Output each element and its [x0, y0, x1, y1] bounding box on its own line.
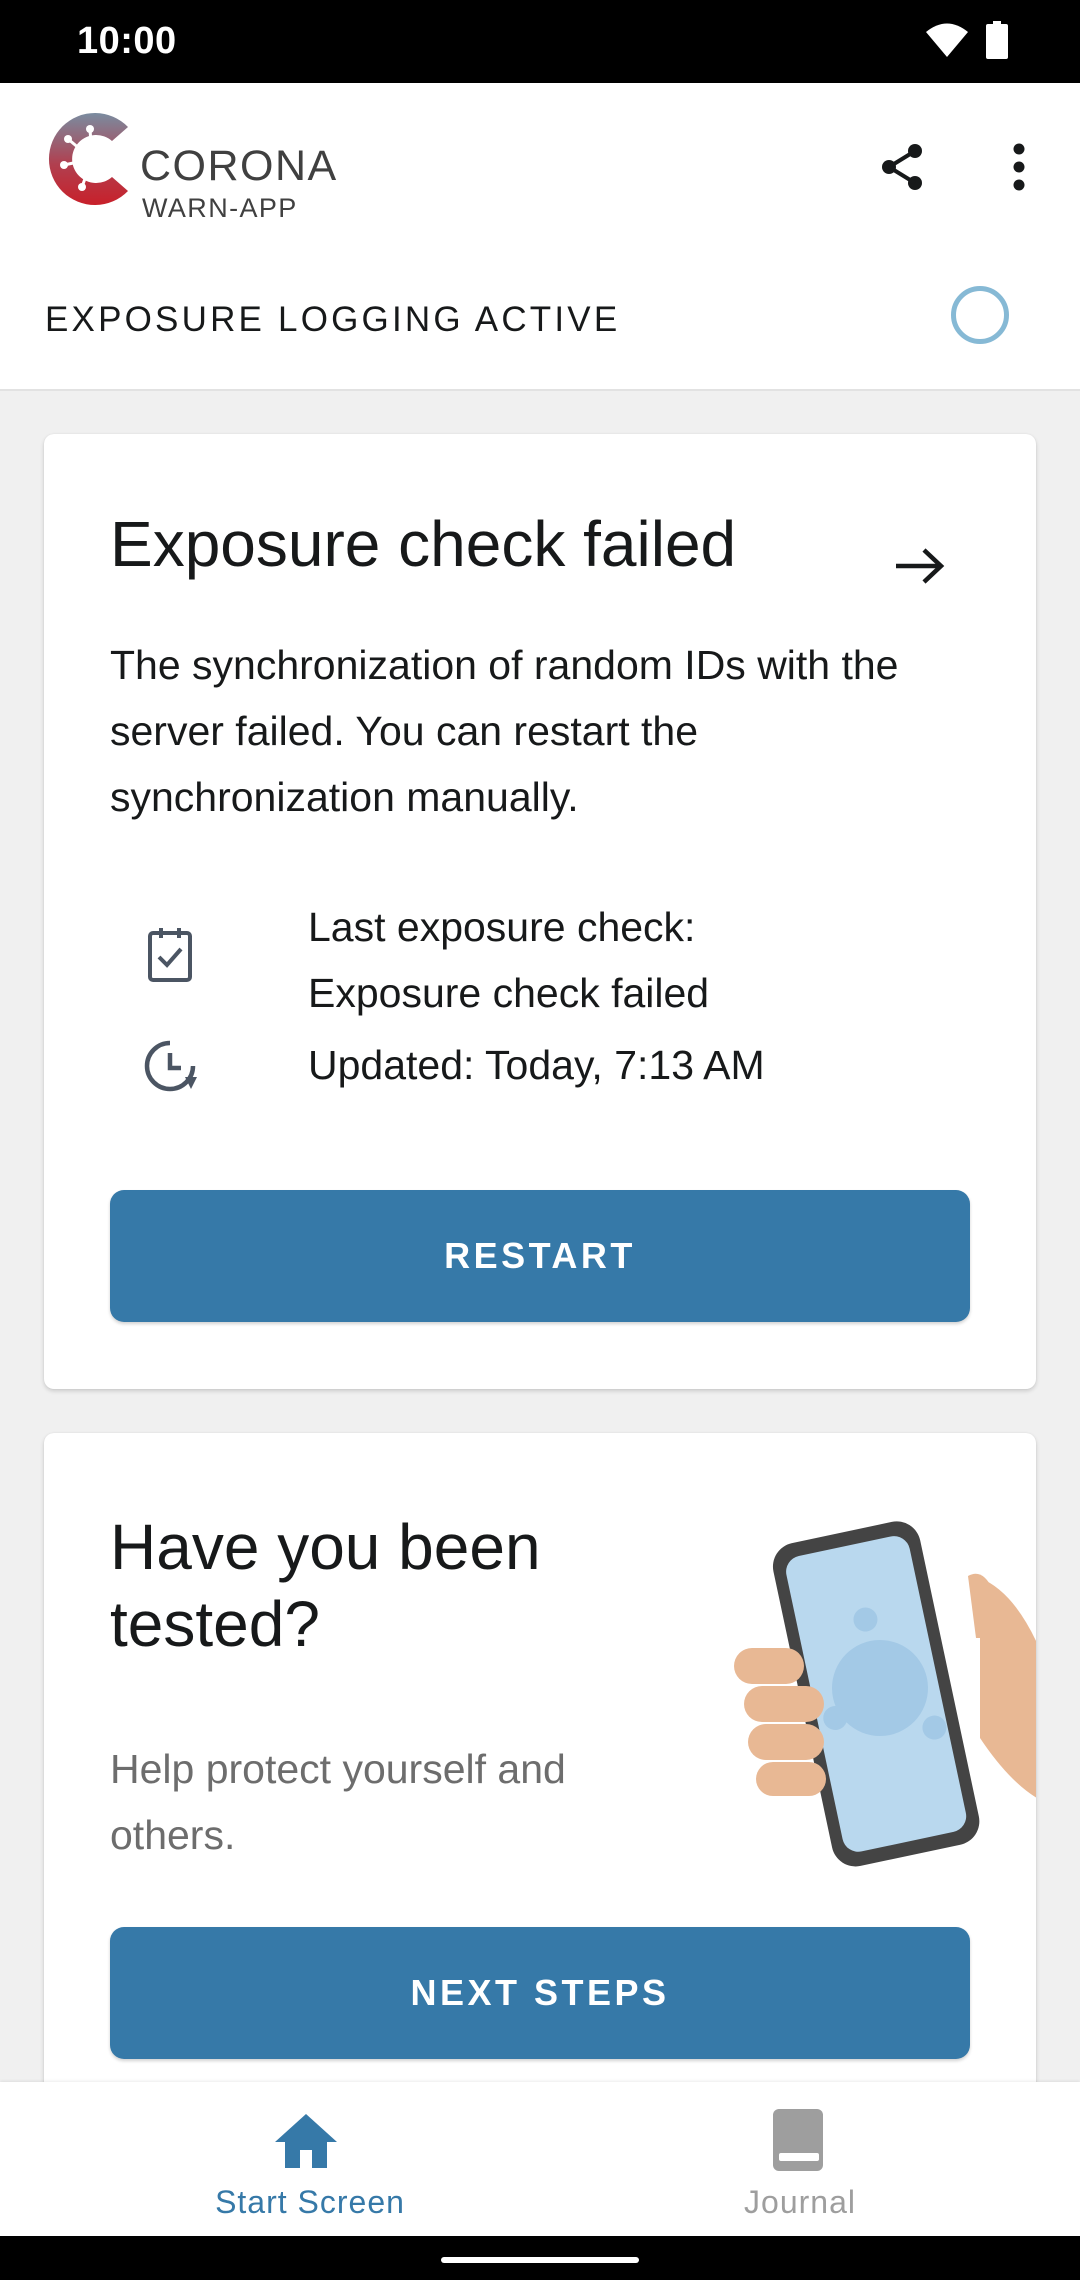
phone-in-hand-illustration: [730, 1508, 1036, 1868]
test-card[interactable]: Have you been tested? Help protect yours…: [44, 1433, 1036, 2153]
last-check-text: Last exposure check: Exposure check fail…: [308, 894, 988, 1026]
home-icon: [268, 2102, 344, 2178]
risk-card-title: Exposure check failed: [110, 508, 737, 580]
status-bar: 10:00: [0, 0, 1080, 83]
home-gesture-handle[interactable]: [441, 2257, 639, 2263]
test-card-title: Have you been tested?: [110, 1511, 541, 1660]
next-steps-button[interactable]: NEXT STEPS: [110, 1927, 970, 2059]
app-logo: CORONA WARN-APP: [42, 109, 342, 223]
more-vert-icon: [1013, 143, 1025, 191]
battery-icon: [986, 20, 1008, 64]
corona-logo-icon: [48, 113, 128, 205]
last-check-label: Last exposure check:: [308, 904, 696, 950]
nav-item-journal[interactable]: Journal: [540, 2082, 1080, 2236]
risk-card-body: The synchronization of random IDs with t…: [110, 642, 899, 820]
nav-label-journal: Journal: [744, 2184, 856, 2220]
system-gesture-bar: [0, 2236, 1080, 2280]
book-icon: [760, 2102, 836, 2178]
logo-subtitle: WARN-APP: [142, 193, 298, 223]
updated-text: Updated: Today, 7:13 AM: [308, 1042, 765, 1088]
test-card-body: Help protect yourself and others.: [110, 1746, 566, 1858]
exposure-logging-label: EXPOSURE LOGGING ACTIVE: [45, 300, 621, 339]
logo-title: CORONA: [140, 142, 338, 190]
exposure-logging-status[interactable]: EXPOSURE LOGGING ACTIVE: [0, 283, 1080, 391]
nav-label-start-screen: Start Screen: [215, 2184, 405, 2220]
nav-item-start-screen[interactable]: Start Screen: [0, 2082, 540, 2236]
share-icon: [882, 144, 922, 190]
history-icon: [140, 1036, 200, 1096]
restart-button[interactable]: RESTART: [110, 1190, 970, 1322]
risk-details-button[interactable]: [880, 526, 960, 606]
arrow-right-icon: [896, 548, 945, 584]
status-icons: [926, 20, 1008, 64]
app-header: CORONA WARN-APP EXPOSURE LOGGING ACTIVE: [0, 83, 1080, 391]
status-time: 10:00: [77, 20, 177, 62]
more-options-button[interactable]: [979, 127, 1059, 207]
wifi-icon: [926, 23, 968, 62]
last-check-value: Exposure check failed: [308, 970, 710, 1016]
share-button[interactable]: [863, 127, 943, 207]
calendar-check-icon: [140, 924, 200, 984]
risk-card[interactable]: Exposure check failed The synchronizatio…: [44, 434, 1036, 1389]
bottom-navigation: Start Screen Journal: [0, 2082, 1080, 2236]
logging-active-indicator-icon: [951, 286, 1009, 344]
